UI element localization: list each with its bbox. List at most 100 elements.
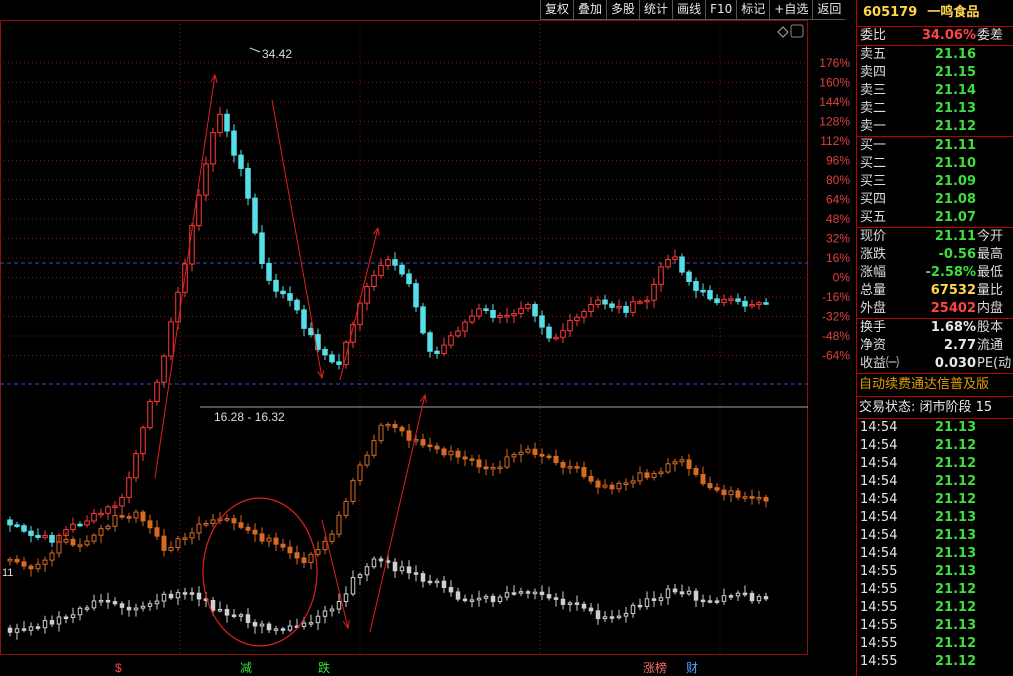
toolbar-button-4[interactable]: 画线 <box>672 0 706 20</box>
candle-body <box>371 440 377 456</box>
candle-body <box>588 475 594 482</box>
candle-body <box>665 258 671 268</box>
toolbar-button-8[interactable]: 返回 <box>812 0 846 20</box>
toolbar-button-6[interactable]: 标记 <box>736 0 770 20</box>
candle-body <box>98 599 104 603</box>
candle-body <box>504 456 510 468</box>
candle-body <box>14 628 20 633</box>
tick-row: 14:55 21.12 <box>857 581 1013 599</box>
row-label: 总量 <box>860 283 887 298</box>
y-axis-label: 176% <box>819 56 850 70</box>
toolbar-button-1[interactable]: 叠加 <box>573 0 607 20</box>
candle-body <box>511 313 517 316</box>
candle-body <box>420 306 426 334</box>
kline-chart[interactable]: 176% 160% 144% 128% 112% 96% 80% 64% 48% 32% 16% 0%… <box>0 0 856 676</box>
stock-code: 605179 <box>863 5 918 20</box>
candle-body <box>462 321 468 332</box>
tick-time: 14:55 <box>860 582 898 597</box>
candle-body <box>35 626 41 629</box>
candle-body <box>546 594 552 599</box>
candle-body <box>56 616 62 625</box>
tick-row: 14:55 21.12 <box>857 599 1013 617</box>
candle-body <box>742 300 748 307</box>
candle-body <box>126 606 132 611</box>
toolbar-button-0[interactable]: 复权 <box>540 0 574 20</box>
fundamental-stats: 换手 1.68% 股本 净资 2.77 流通 收益㈠ 0.030 PE(动 <box>857 319 1013 374</box>
tick-time: 14:54 <box>860 456 898 471</box>
candle-body <box>231 130 237 156</box>
candle-body <box>273 279 279 292</box>
candle-body <box>224 608 230 616</box>
toolbar-button-7[interactable]: +自选 <box>769 0 813 20</box>
candle-body <box>161 535 167 551</box>
y-axis-label: 160% <box>819 76 850 90</box>
candle-body <box>427 580 433 584</box>
candle-body <box>28 626 34 631</box>
candle-body <box>427 332 433 352</box>
candle-body <box>77 544 83 547</box>
candle-body <box>637 301 643 304</box>
candle-body <box>434 580 440 584</box>
row-value: 21.10 <box>934 156 976 171</box>
candle-body <box>217 113 223 134</box>
tick-list[interactable]: 14:54 21.13 14:54 21.12 14:54 21.12 14:54 21.12… <box>857 419 1013 671</box>
candle-body <box>357 574 363 579</box>
candle-body <box>112 515 118 527</box>
candle-body <box>182 592 188 595</box>
candle-body <box>168 546 174 551</box>
candle-body <box>84 607 90 610</box>
y-axis-label: 16% <box>826 251 850 265</box>
candle-body <box>665 463 671 473</box>
candle-body <box>574 602 580 605</box>
candle-body <box>91 534 97 542</box>
candle-body <box>77 523 83 527</box>
candle-body <box>28 565 34 570</box>
toolbar-button-2[interactable]: 多股 <box>606 0 640 20</box>
candle-body <box>245 526 251 531</box>
candle-body <box>7 627 13 633</box>
kline-chart-area[interactable]: 176% 160% 144% 128% 112% 96% 80% 64% 48% 32% 16% 0%… <box>0 0 856 676</box>
candle-body <box>406 566 412 574</box>
toolbar-button-3[interactable]: 统计 <box>639 0 673 20</box>
candle-body <box>133 607 139 611</box>
candle-body <box>539 591 545 596</box>
candle-body <box>749 592 755 602</box>
candle-body <box>763 302 769 305</box>
bid-levels: 买一 21.11 买二 21.10 买三 21.09 买四 21.08 买五 21.07 <box>857 137 1013 228</box>
candle-body <box>483 595 489 599</box>
tick-price: 21.12 <box>935 636 977 651</box>
row-value: 0.030 <box>934 356 976 371</box>
candle-body <box>518 307 524 315</box>
candle-body <box>364 285 370 304</box>
candle-body <box>119 515 125 518</box>
candle-body <box>602 299 608 305</box>
high-pointer <box>249 47 261 53</box>
candle-body <box>546 455 552 459</box>
candle-body <box>728 595 734 598</box>
candle-body <box>588 607 594 612</box>
candle-body <box>161 355 167 383</box>
tick-price: 21.13 <box>935 510 977 525</box>
quote-row: 现价 21.11 今开 <box>857 228 1013 246</box>
candle-body <box>462 598 468 602</box>
candle-body <box>266 263 272 281</box>
ad-ticker[interactable]: 自动续费通达信普及版 <box>857 374 1013 397</box>
candle-body <box>665 588 671 599</box>
candle-body <box>700 599 706 603</box>
tick-time: 14:55 <box>860 636 898 651</box>
tick-row: 14:54 21.12 <box>857 455 1013 473</box>
candle-body <box>490 309 496 318</box>
candle-body <box>308 622 314 625</box>
candle-body <box>413 572 419 575</box>
candle-body <box>140 511 146 522</box>
candle-body <box>490 595 496 603</box>
candle-body <box>735 592 741 597</box>
candle-body <box>364 454 370 466</box>
tick-row: 14:55 21.12 <box>857 635 1013 653</box>
candle-body <box>252 622 258 627</box>
candle-body <box>546 326 552 339</box>
candle-body <box>147 603 153 607</box>
toolbar-button-5[interactable]: F10 <box>705 0 737 20</box>
candle-body <box>238 522 244 528</box>
tick-time: 14:55 <box>860 600 898 615</box>
